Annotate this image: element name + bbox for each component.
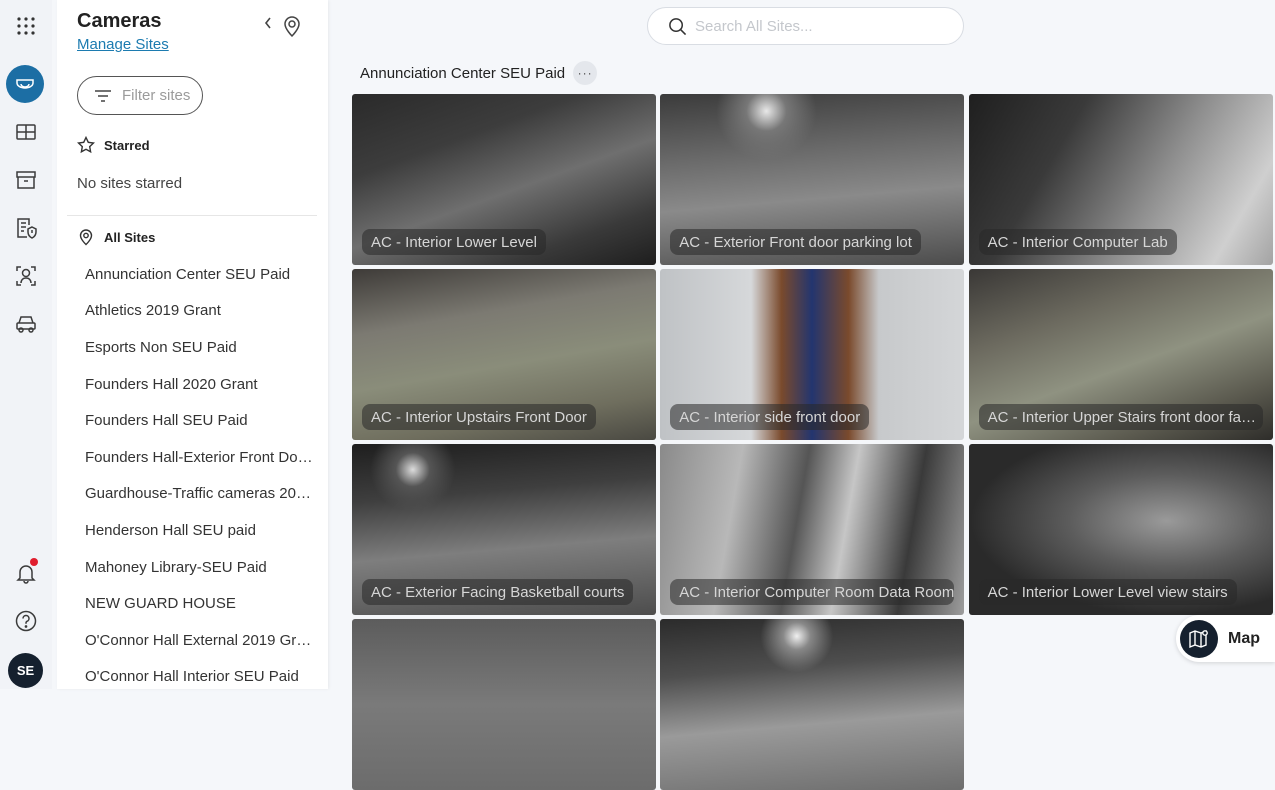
star-icon <box>77 136 95 154</box>
filter-icon <box>95 89 111 102</box>
camera-tile[interactable]: AC - Interior side front door <box>660 269 965 440</box>
notification-badge <box>30 558 38 566</box>
site-name: O'Connor Hall Interior SEU Paid <box>85 668 299 686</box>
camera-tile[interactable]: AC - Interior Computer Lab <box>968 94 1273 265</box>
site-name: Mahoney Library-SEU Paid <box>85 558 267 576</box>
camera-tile[interactable]: AC - Exterior Facing Basketball courts <box>352 444 656 615</box>
camera-label: AC - Interior Upper Stairs front door fa… <box>978 404 1263 430</box>
camera-tile[interactable]: AC - Interior Lower Level <box>352 94 656 265</box>
site-name: NEW GUARD HOUSE <box>85 595 236 613</box>
site-list-item[interactable]: O'Connor Hall Interior SEU Paid <box>85 659 315 696</box>
camera-label: AC - Exterior Front door parking lot <box>670 229 921 255</box>
report-alert-icon <box>17 218 37 239</box>
filter-placeholder: Filter sites <box>122 87 191 104</box>
map-icon-circle <box>1180 619 1218 658</box>
rail-archive-button[interactable] <box>6 160 46 200</box>
location-pin-button[interactable] <box>282 14 304 38</box>
site-list-item[interactable]: Founders Hall SEU Paid <box>85 402 315 439</box>
site-header: Annunciation Center SEU Paid ··· <box>360 61 598 85</box>
camera-tile[interactable]: AC - Interior Lower Level view stairs <box>968 444 1273 615</box>
sites-panel: Cameras Manage Sites Filter sites Starre… <box>57 0 328 689</box>
site-list-item[interactable]: Founders Hall 2020 Grant <box>85 366 315 403</box>
map-button[interactable]: Map <box>1176 615 1275 662</box>
chevron-left-icon <box>264 17 271 29</box>
all-sites-heading: All Sites <box>77 228 155 246</box>
site-list-item[interactable]: NEW GUARD HOUSE <box>85 585 315 622</box>
site-name: Guardhouse-Traffic cameras 2019… <box>85 485 315 503</box>
site-more-options-button[interactable]: ··· <box>573 61 598 85</box>
site-name: Founders Hall 2020 Grant <box>85 375 258 393</box>
section-divider <box>67 215 317 216</box>
site-name: Athletics 2019 Grant <box>85 302 221 320</box>
rail-people-button[interactable] <box>6 256 46 296</box>
camera-tile[interactable]: AC - Interior Upstairs Front Door <box>352 269 656 440</box>
site-list-item[interactable]: Annunciation Center SEU Paid <box>85 256 315 293</box>
no-starred-message: No sites starred <box>77 175 183 192</box>
rail-layouts-button[interactable] <box>6 112 46 152</box>
help-button[interactable] <box>6 601 46 641</box>
site-list-item[interactable]: Henderson Hall SEU paid <box>85 512 315 549</box>
user-avatar[interactable]: SE <box>8 653 43 688</box>
camera-label: AC - Interior side front door <box>670 404 870 430</box>
site-name: O'Connor Hall External 2019 Grant <box>85 631 315 649</box>
camera-tile[interactable] <box>660 619 965 790</box>
starred-section-heading: Starred <box>77 136 150 154</box>
site-list-item[interactable]: Mahoney Library-SEU Paid <box>85 549 315 586</box>
site-list-item[interactable]: Guardhouse-Traffic cameras 2019… <box>85 476 315 513</box>
help-icon <box>15 610 37 632</box>
archive-box-icon <box>16 171 36 189</box>
map-icon <box>1189 629 1208 648</box>
camera-tile[interactable]: AC - Interior Computer Room Data Room <box>660 444 965 615</box>
apps-grid-icon <box>17 17 35 35</box>
camera-label: AC - Interior Computer Lab <box>978 229 1177 255</box>
location-pin-icon <box>79 229 93 246</box>
filter-sites-input[interactable]: Filter sites <box>77 76 203 115</box>
site-list-item[interactable]: Athletics 2019 Grant <box>85 293 315 330</box>
camera-tile[interactable]: AC - Exterior Front door parking lot <box>660 94 965 265</box>
panel-title: Cameras <box>77 10 162 32</box>
starred-label: Starred <box>104 137 150 153</box>
camera-label: AC - Interior Lower Level <box>362 229 546 255</box>
site-name: Founders Hall-Exterior Front Door… <box>85 448 315 466</box>
rail-reports-button[interactable] <box>6 208 46 248</box>
site-name: Henderson Hall SEU paid <box>85 521 256 539</box>
vehicle-icon <box>16 316 36 333</box>
site-list: Annunciation Center SEU Paid Athletics 2… <box>85 256 315 695</box>
site-list-item[interactable]: O'Connor Hall External 2019 Grant <box>85 622 315 659</box>
app-rail: SE <box>0 0 52 689</box>
search-icon <box>669 17 687 35</box>
search-input[interactable] <box>695 17 935 35</box>
dome-camera-icon <box>16 79 34 89</box>
location-pin-icon <box>284 16 300 38</box>
map-label: Map <box>1228 629 1260 647</box>
camera-tile[interactable] <box>352 619 656 790</box>
site-name: Founders Hall SEU Paid <box>85 412 248 430</box>
notifications-button[interactable] <box>6 553 46 593</box>
site-list-item[interactable]: Founders Hall-Exterior Front Door… <box>85 439 315 476</box>
site-name: Esports Non SEU Paid <box>85 338 237 356</box>
apps-grid-button[interactable] <box>6 6 46 46</box>
person-scan-icon <box>16 266 36 286</box>
rail-vehicles-button[interactable] <box>6 304 46 344</box>
current-site-name: Annunciation Center SEU Paid <box>360 64 566 82</box>
camera-tile[interactable]: AC - Interior Upper Stairs front door fa… <box>968 269 1273 440</box>
search-all-sites[interactable] <box>647 7 964 45</box>
collapse-panel-button[interactable] <box>263 16 277 36</box>
camera-label: AC - Interior Upstairs Front Door <box>362 404 596 430</box>
manage-sites-link[interactable]: Manage Sites <box>77 36 169 53</box>
grid-layout-icon <box>16 124 36 140</box>
camera-label: AC - Exterior Facing Basketball courts <box>362 579 634 605</box>
rail-cameras-button[interactable] <box>6 65 44 103</box>
camera-label: AC - Interior Computer Room Data Room <box>670 579 955 605</box>
site-name: Annunciation Center SEU Paid <box>85 265 291 283</box>
site-list-item[interactable]: Esports Non SEU Paid <box>85 329 315 366</box>
all-sites-label: All Sites <box>104 229 156 245</box>
camera-label: AC - Interior Lower Level view stairs <box>978 579 1237 605</box>
